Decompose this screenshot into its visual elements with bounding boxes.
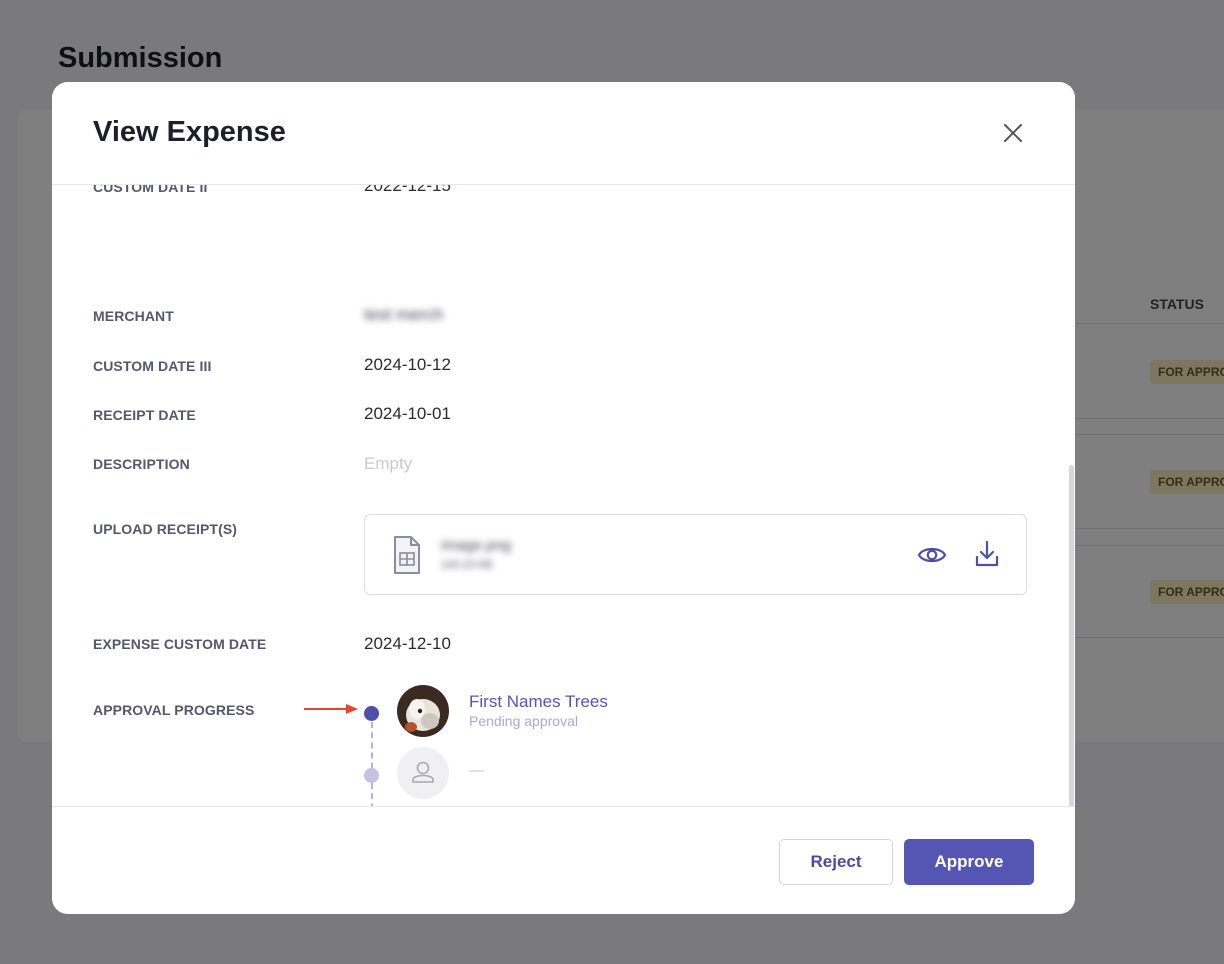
document-icon — [391, 535, 423, 575]
modal-title: View Expense — [93, 116, 286, 148]
annotation-arrow-icon — [302, 702, 362, 716]
modal-header: View Expense — [52, 82, 1075, 185]
merchant-value: test merch — [364, 305, 444, 324]
receipt-attachment: image.png 143.15 KB — [364, 514, 1027, 595]
field-value: 2022-12-15 — [364, 185, 451, 195]
view-expense-modal: View Expense CUSTOM DATE II 2022-12-15 M… — [52, 82, 1075, 914]
avatar — [397, 685, 449, 737]
receipt-file-name: image.png — [441, 537, 512, 554]
field-label: DESCRIPTION — [93, 456, 190, 472]
field-label: CUSTOM DATE III — [93, 358, 212, 374]
download-icon[interactable] — [973, 539, 1001, 569]
modal-footer: Reject Approve — [52, 806, 1075, 914]
close-icon[interactable] — [1000, 120, 1026, 146]
field-label: UPLOAD RECEIPT(S) — [93, 521, 238, 537]
field-label: RECEIPT DATE — [93, 407, 196, 423]
field-value: 2024-12-10 — [364, 634, 451, 653]
field-label: EXPENSE CUSTOM DATE — [93, 636, 267, 652]
approval-timeline — [371, 722, 373, 806]
scrollbar[interactable] — [1069, 465, 1074, 806]
field-value: 2024-10-12 — [364, 355, 451, 374]
modal-body: CUSTOM DATE II 2022-12-15 MERCHANT test … — [52, 185, 1075, 806]
field-label: APPROVAL PROGRESS — [93, 702, 255, 718]
reject-button[interactable]: Reject — [779, 839, 893, 885]
description-value: Empty — [364, 454, 413, 473]
receipt-file-size: 143.15 KB — [441, 559, 493, 571]
eye-icon[interactable] — [917, 541, 947, 569]
field-label: CUSTOM DATE II — [93, 185, 208, 195]
approver-name: First Names Trees — [469, 692, 608, 711]
approve-button[interactable]: Approve — [904, 839, 1034, 885]
approver-status: Pending approval — [469, 713, 578, 729]
field-label: MERCHANT — [93, 308, 174, 324]
step-dot-active — [364, 706, 379, 721]
step-dot — [364, 768, 379, 783]
approver-name: — — [469, 762, 484, 779]
field-value: 2024-10-01 — [364, 404, 451, 423]
avatar-placeholder — [397, 747, 449, 799]
